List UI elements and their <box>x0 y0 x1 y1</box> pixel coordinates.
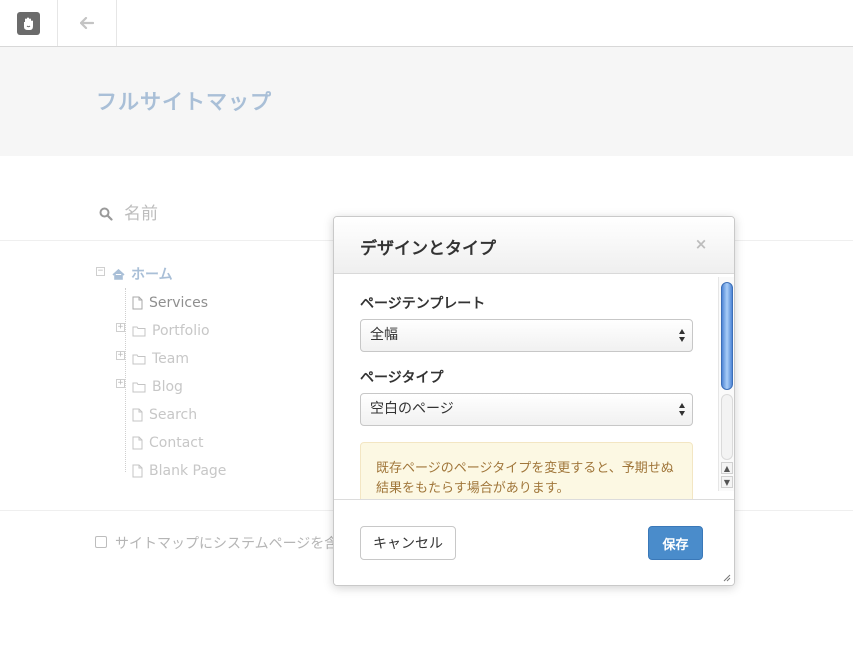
cancel-button[interactable]: キャンセル <box>360 526 456 560</box>
save-button[interactable]: 保存 <box>648 526 703 560</box>
expand-toggle-blog[interactable]: + <box>116 379 125 388</box>
scrollbar-thumb[interactable] <box>721 282 733 390</box>
include-system-pages-checkbox[interactable] <box>95 536 107 548</box>
tree-node-search[interactable]: Search <box>132 405 197 425</box>
search-icon <box>99 207 113 221</box>
tree-node-portfolio[interactable]: Portfolio <box>132 321 210 341</box>
tree-node-label: Portfolio <box>152 323 210 339</box>
top-toolbar <box>0 0 853 47</box>
sort-arrows-icon <box>679 403 685 416</box>
collapse-toggle-home[interactable]: − <box>96 267 105 276</box>
tree-node-blog[interactable]: Blog <box>132 377 183 397</box>
file-icon <box>132 436 143 450</box>
home-icon <box>112 268 125 280</box>
folder-icon <box>132 326 146 337</box>
tree-node-label: Search <box>149 407 198 423</box>
folder-icon <box>132 382 146 393</box>
search-input[interactable] <box>124 200 324 228</box>
tree-node-contact[interactable]: Contact <box>132 433 203 453</box>
tree-node-services[interactable]: Services <box>132 293 208 313</box>
page-title: フルサイトマップ <box>96 90 272 114</box>
page-template-select[interactable]: 全幅 <box>360 319 693 352</box>
page-type-warning: 既存ページのページタイプを変更すると、予期せぬ結果をもたらす場合があります。 <box>360 442 693 499</box>
arrow-left-icon <box>80 17 94 29</box>
tree-node-home[interactable]: ホーム <box>112 264 173 284</box>
include-system-pages-label: サイトマップにシステムページを含 <box>115 536 339 552</box>
tree-node-label: Blank Page <box>149 463 227 479</box>
logo-button[interactable] <box>0 0 58 46</box>
concrete5-logo-icon <box>17 11 40 35</box>
page-type-label: ページタイプ <box>360 370 444 386</box>
tree-node-label: Team <box>152 351 190 367</box>
dialog-scrollbar[interactable]: ▲ ▼ <box>718 277 734 491</box>
back-button[interactable] <box>58 0 117 46</box>
scroll-down-arrow-icon[interactable]: ▼ <box>721 476 733 488</box>
scrollbar-track[interactable] <box>721 394 733 460</box>
scroll-up-arrow-icon[interactable]: ▲ <box>721 462 733 474</box>
tree-guide-line <box>125 288 126 472</box>
dialog-body: ページテンプレート 全幅 ページタイプ 空白のページ 既存ページのページタイプを… <box>334 275 734 499</box>
file-icon <box>132 408 143 422</box>
folder-icon <box>132 354 146 365</box>
design-type-dialog: デザインとタイプ × ページテンプレート 全幅 ページタイプ 空白のページ 既存… <box>333 216 735 586</box>
page-template-value: 全幅 <box>370 327 398 343</box>
dialog-footer: キャンセル 保存 <box>334 499 734 585</box>
tree-node-label: Services <box>149 295 209 311</box>
tree-node-label: Blog <box>152 379 183 395</box>
tree-node-blank-page[interactable]: Blank Page <box>132 461 226 481</box>
page-type-value: 空白のページ <box>370 401 454 417</box>
tree-node-team[interactable]: Team <box>132 349 189 369</box>
dialog-title: デザインとタイプ <box>360 239 496 259</box>
file-icon <box>132 464 143 478</box>
page-template-label: ページテンプレート <box>360 296 486 312</box>
dialog-header: デザインとタイプ × <box>334 217 734 274</box>
expand-toggle-team[interactable]: + <box>116 351 125 360</box>
expand-toggle-portfolio[interactable]: + <box>116 323 125 332</box>
resize-grip-icon[interactable] <box>721 572 731 582</box>
sort-arrows-icon <box>679 329 685 342</box>
tree-node-label: Contact <box>149 435 204 451</box>
file-icon <box>132 296 143 310</box>
close-icon[interactable]: × <box>694 237 708 252</box>
tree-node-label: ホーム <box>131 267 173 283</box>
page-type-select[interactable]: 空白のページ <box>360 393 693 426</box>
